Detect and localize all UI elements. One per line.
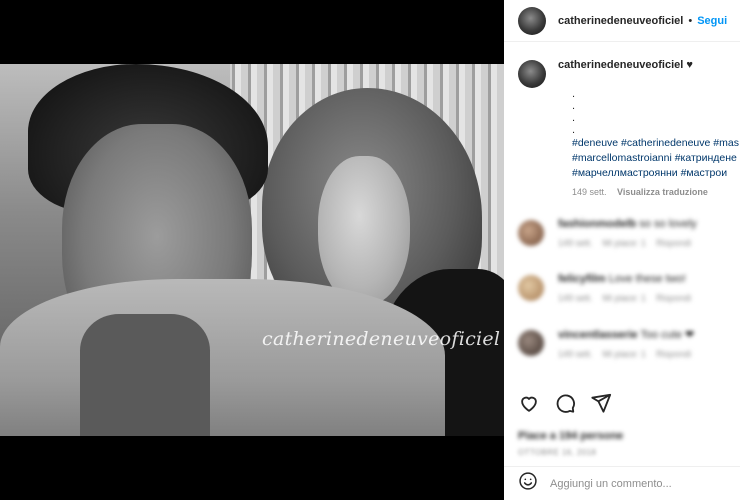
- comment-item: felicyfilm Love these two! 149 sett. Mi p…: [518, 273, 740, 313]
- comment-item: fashionmodelb so so lovely 149 sett. Mi p…: [518, 218, 740, 258]
- heart-icon[interactable]: [518, 392, 540, 414]
- comment-item: vincentlasserie Too cute ❤ 149 sett. Mi p…: [518, 328, 740, 368]
- header-separator: •: [688, 14, 693, 27]
- share-icon[interactable]: [590, 392, 612, 414]
- photo-man-collar: [80, 314, 210, 436]
- caption-hashtags[interactable]: #deneuve #catherinedeneuve #mas #marcell…: [572, 136, 740, 181]
- likes-count[interactable]: Piace a 194 persone: [518, 430, 623, 442]
- comment-reply-button[interactable]: Rispondi: [656, 349, 691, 359]
- post-media[interactable]: catherinedeneuveoficiel: [0, 0, 504, 500]
- comment-reply-button[interactable]: Rispondi: [656, 293, 691, 303]
- photo-watermark: catherinedeneuveoficiel: [262, 328, 501, 350]
- add-comment-bar: [504, 466, 740, 500]
- comment-time: 149 sett.: [558, 238, 593, 248]
- hashtag-line[interactable]: #marcellomastroianni #катриндене: [572, 151, 740, 166]
- post-caption: catherinedeneuveoficiel ♥ . . . . #deneu…: [504, 58, 740, 197]
- comment-likes[interactable]: Mi piace: 1: [603, 293, 647, 303]
- comment-username[interactable]: felicyfilm: [558, 273, 606, 285]
- comment-likes[interactable]: Mi piace: 1: [603, 349, 647, 359]
- hashtag-line[interactable]: #deneuve #catherinedeneuve #mas: [572, 136, 740, 151]
- translate-button[interactable]: Visualizza traduzione: [617, 187, 708, 197]
- comment-avatar[interactable]: [518, 330, 544, 356]
- avatar[interactable]: [518, 6, 546, 35]
- header-username[interactable]: catherinedeneuveoficiel: [558, 15, 683, 27]
- post-header: catherinedeneuveoficiel • Segui: [504, 0, 740, 42]
- comment-text: so so lovely: [639, 218, 697, 230]
- follow-button[interactable]: Segui: [697, 15, 727, 27]
- comment-likes[interactable]: Mi piace: 1: [603, 238, 647, 248]
- comment-avatar[interactable]: [518, 275, 544, 301]
- emoji-icon[interactable]: [518, 471, 538, 496]
- comment-time: 149 sett.: [558, 349, 593, 359]
- post-actions: [518, 392, 612, 414]
- caption-dots: . . . .: [572, 88, 576, 136]
- comment-username[interactable]: vincentlasserie: [558, 329, 638, 341]
- post-sidebar: catherinedeneuveoficiel • Segui catherin…: [504, 0, 740, 500]
- comment-text: Love these two!: [608, 273, 686, 285]
- photo-woman-face: [318, 156, 410, 306]
- comment-avatar[interactable]: [518, 220, 544, 246]
- comment-icon[interactable]: [554, 392, 576, 414]
- caption-username[interactable]: catherinedeneuveoficiel: [558, 59, 683, 71]
- caption-meta: 149 sett. Visualizza traduzione: [572, 187, 740, 197]
- add-comment-input[interactable]: [550, 477, 730, 490]
- comment-reply-button[interactable]: Rispondi: [656, 238, 691, 248]
- comment-time: 149 sett.: [558, 293, 593, 303]
- caption-time[interactable]: 149 sett.: [572, 187, 607, 197]
- post-photo[interactable]: catherinedeneuveoficiel: [0, 64, 504, 436]
- heart-emoji: ♥: [686, 59, 693, 71]
- comment-username[interactable]: fashionmodelb: [558, 218, 636, 230]
- photo-man-jacket: [0, 279, 445, 436]
- comment-text: Too cute ❤: [640, 329, 695, 341]
- post-date: OTTOBRE 16, 2018: [518, 448, 597, 457]
- caption-avatar[interactable]: [518, 60, 546, 88]
- hashtag-line[interactable]: #марчеллмастроянни #мастрои: [572, 166, 740, 181]
